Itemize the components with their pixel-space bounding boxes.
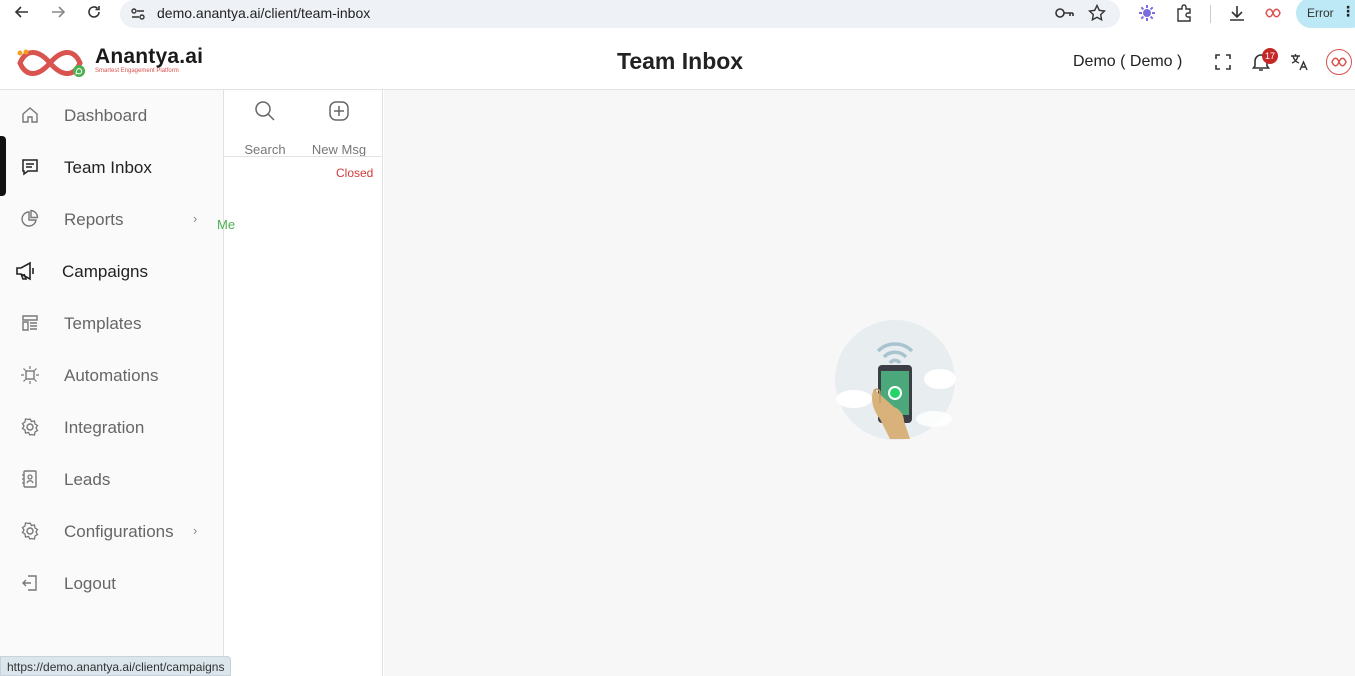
back-button[interactable] (11, 1, 33, 23)
search-button[interactable]: Search (235, 100, 295, 157)
forward-button[interactable] (47, 1, 69, 23)
megaphone-icon (15, 260, 37, 282)
chat-icon (19, 156, 41, 178)
sidebar-item-reports[interactable]: Reports › (0, 194, 223, 246)
sidebar-item-label: Reports (64, 210, 124, 229)
link-hover-status: https://demo.anantya.ai/client/campaigns (0, 656, 232, 676)
sidebar-item-label: Logout (64, 574, 116, 593)
sidebar-item-label: Automations (64, 366, 159, 385)
pie-chart-icon (19, 208, 41, 230)
page-title: Team Inbox (617, 48, 744, 74)
assigned-to-me-filter[interactable]: Me (217, 217, 242, 232)
logout-icon (19, 572, 41, 594)
extension-flower-icon[interactable] (1136, 2, 1158, 24)
conversation-main-area (384, 90, 1355, 676)
sidebar-item-configurations[interactable]: Configurations › (0, 506, 223, 558)
download-icon[interactable] (1226, 2, 1248, 24)
search-label: Search (244, 142, 286, 157)
extensions-puzzle-icon[interactable] (1173, 2, 1195, 24)
contact-card-icon (19, 468, 41, 490)
chevron-right-icon: › (193, 211, 198, 226)
new-message-button[interactable]: New Msg (309, 100, 369, 157)
password-key-icon[interactable] (1054, 2, 1076, 24)
address-bar[interactable]: demo.anantya.ai/client/team-inbox (120, 0, 1120, 28)
plus-square-icon (329, 101, 349, 121)
profile-error-label: Error (1307, 6, 1334, 20)
arrow-right-icon (52, 6, 66, 18)
user-avatar[interactable] (1326, 49, 1352, 75)
new-message-label: New Msg (311, 142, 367, 157)
sidebar-item-dashboard[interactable]: Dashboard (0, 90, 223, 142)
avatar-logo-icon (1331, 57, 1347, 67)
closed-filter-tab[interactable]: Closed (336, 166, 373, 180)
sidebar-item-templates[interactable]: Templates (0, 298, 223, 350)
sidebar-item-label: Leads (64, 470, 111, 489)
gear-icon (19, 416, 41, 438)
toolbar-divider (1210, 5, 1211, 23)
url-text: demo.anantya.ai/client/team-inbox (157, 5, 371, 21)
conversation-list-panel: Search New Msg Closed Me (217, 90, 383, 676)
automation-icon (19, 364, 41, 386)
sidebar-item-label: Templates (64, 314, 142, 333)
template-icon (19, 312, 41, 334)
sidebar-item-team-inbox[interactable]: Team Inbox (0, 142, 223, 194)
sidebar-item-label: Integration (64, 418, 145, 437)
anantya-logo-icon[interactable] (14, 46, 86, 85)
chevron-right-icon: › (193, 523, 198, 538)
whatsapp-phone-illustration (834, 319, 956, 441)
arrow-left-icon (14, 6, 28, 18)
divider (224, 156, 383, 157)
app-header: Anantya.ai Smartest Engagement Platform … (0, 36, 1355, 90)
reload-button[interactable] (83, 1, 105, 23)
brand-tagline: Smartest Engagement Platform (95, 68, 179, 74)
settings-icon (19, 520, 41, 542)
translate-icon[interactable] (1288, 51, 1310, 73)
fullscreen-icon[interactable] (1212, 51, 1234, 73)
sidebar-item-label: Campaigns (62, 262, 148, 281)
browser-menu-icon[interactable]: ⋮ (1341, 3, 1355, 20)
brand-name: Anantya.ai (95, 45, 204, 68)
sidebar-item-automations[interactable]: Automations (0, 350, 223, 402)
sidebar-nav: Dashboard Team Inbox Reports › Campaigns… (0, 90, 224, 676)
browser-toolbar: demo.anantya.ai/client/team-inbox Error … (0, 0, 1355, 36)
sidebar-item-integration[interactable]: Integration (0, 402, 223, 454)
user-account-label[interactable]: Demo ( Demo ) (1073, 53, 1182, 71)
anantya-extension-icon[interactable] (1262, 2, 1284, 24)
sidebar-item-label: Team Inbox (64, 158, 152, 177)
search-icon (255, 101, 275, 121)
reload-icon (88, 6, 100, 18)
home-icon (19, 104, 41, 126)
sidebar-item-label: Dashboard (64, 106, 148, 125)
assigned-label-text: Me (217, 217, 236, 232)
sidebar-item-campaigns[interactable]: Campaigns (0, 246, 223, 298)
sidebar-item-label: Configurations (64, 522, 174, 541)
bookmark-star-icon[interactable] (1086, 2, 1108, 24)
sidebar-item-leads[interactable]: Leads (0, 454, 223, 506)
notification-count-badge: 17 (1262, 48, 1278, 64)
site-info-icon[interactable] (130, 6, 146, 27)
sidebar-item-logout[interactable]: Logout (0, 558, 223, 610)
